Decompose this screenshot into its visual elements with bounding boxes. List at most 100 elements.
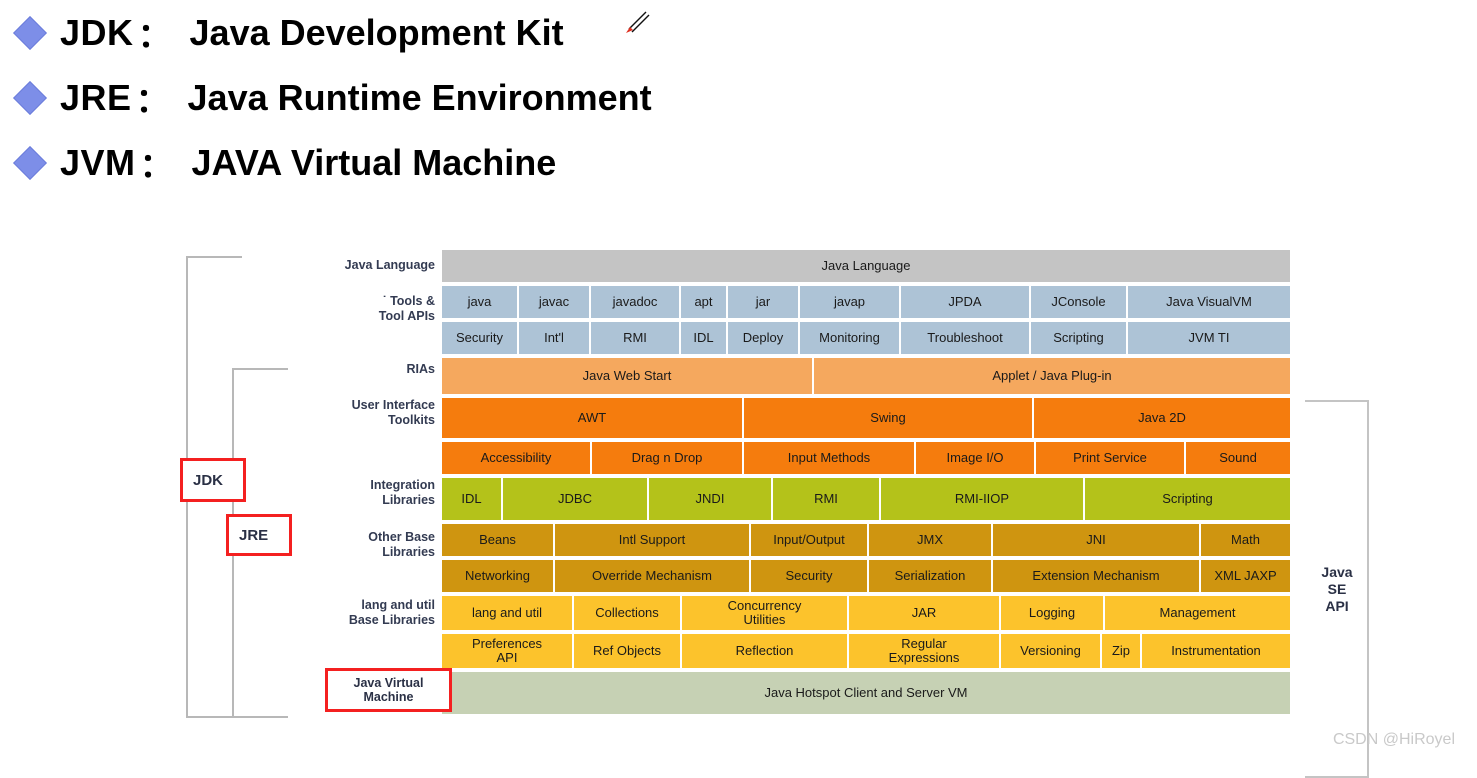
cell-tools-2-3: IDL	[681, 322, 728, 356]
se-api-label: Java SE API	[1321, 563, 1353, 614]
cell-otherbase-1-2: Input/Output	[751, 524, 869, 558]
cell-langutil-1-4: Logging	[1001, 596, 1105, 632]
band-jvm: Java Hotspot Client and Server VM	[442, 672, 1290, 716]
cell-uitoolkits-1-2: Java 2D	[1034, 398, 1290, 440]
row-label-1: ˙ Tools & Tool APIs	[378, 294, 435, 323]
band-tools-1: java javac javadoc apt jar javap JPDA JConsole J…	[442, 286, 1290, 320]
cell-otherbase-1-1: Intl Support	[555, 524, 751, 558]
cell-tools-1-4: jar	[728, 286, 800, 320]
band-tools-2: Security Int'l RMI IDL Deploy Monitoring Troub…	[442, 322, 1290, 356]
cell-langutil-2-1: Ref Objects	[574, 634, 682, 670]
jdk-bracket-top	[186, 256, 242, 258]
band-integration: IDL JDBC JNDI RMI RMI-IIOP Scripting	[442, 478, 1290, 522]
jre-highlight-box: JRE	[226, 514, 292, 556]
cell-uitoolkits-2-0: Accessibility	[442, 442, 592, 476]
cell-uitoolkits-2-5: Sound	[1186, 442, 1290, 476]
cell-integration-2: JNDI	[649, 478, 773, 522]
cell-rias-0: Java Web Start	[442, 358, 814, 396]
cell-otherbase-1-3: JMX	[869, 524, 993, 558]
cell-langutil-2-2: Reflection	[682, 634, 849, 670]
jdk-highlight-box: JDK	[180, 458, 246, 502]
diamond-bullet-icon	[13, 15, 47, 50]
cell-tools-2-7: Scripting	[1031, 322, 1128, 356]
cell-langutil-2-6: Instrumentation	[1142, 634, 1290, 670]
cell-otherbase-1-0: Beans	[442, 524, 555, 558]
cell-tools-1-3: apt	[681, 286, 728, 320]
pen-cursor-icon	[626, 11, 650, 33]
bullet-full-text: Java Development Kit	[189, 11, 564, 53]
java-se-api-bracket: Java SE API	[1305, 400, 1369, 778]
cell-tools-2-6: Troubleshoot	[901, 322, 1031, 356]
cell-langutil-2-3: Regular Expressions	[849, 634, 1001, 670]
bullet-abbr: JDK	[60, 11, 134, 53]
bullet-item-jvm: JVM： JAVA Virtual Machine	[0, 130, 1477, 195]
row-label-0: Java Language	[344, 258, 435, 272]
cell-otherbase-2-4: Extension Mechanism	[993, 560, 1201, 594]
band-otherbase-2: Networking Override Mechanism Security Seri…	[442, 560, 1290, 594]
watermark: CSDN @HiRoyel	[1332, 731, 1455, 748]
cell-langutil-2-5: Zip	[1102, 634, 1142, 670]
cell-uitoolkits-2-2: Input Methods	[744, 442, 916, 476]
cell-integration-4: RMI-IIOP	[881, 478, 1085, 522]
band-langutil-2: Preferences API Ref Objects Reflection Regul…	[442, 634, 1290, 670]
cell-integration-3: RMI	[773, 478, 881, 522]
cell-tools-1-6: JPDA	[901, 286, 1031, 320]
cell-langutil-1-5: Management	[1105, 596, 1290, 632]
cell-uitoolkits-1-1: Swing	[744, 398, 1034, 440]
row-label-5: Other Base Libraries	[368, 530, 435, 559]
cell-uitoolkits-1-0: AWT	[442, 398, 744, 440]
cell-langutil-1-0: lang and util	[442, 596, 574, 632]
bullet-separator: ：	[137, 17, 172, 55]
band-langutil-1: lang and util Collections Concurrency Utili…	[442, 596, 1290, 632]
jre-highlight-label: JRE	[239, 526, 269, 544]
band-otherbase-1: Beans Intl Support Input/Output JMX JNI Math	[442, 524, 1290, 558]
row-label-column: Java Language ˙ Tools & Tool APIs RIAs User …	[290, 250, 435, 720]
row-label-6: lang and util Base Libraries	[348, 598, 435, 627]
cell-tools-2-4: Deploy	[728, 322, 800, 356]
cell-otherbase-1-4: JNI	[993, 524, 1201, 558]
row-label-3: User Interface Toolkits	[351, 398, 435, 427]
cell-uitoolkits-2-1: Drag n Drop	[592, 442, 744, 476]
cell-integration-0: IDL	[442, 478, 503, 522]
cell-tools-2-8: JVM TI	[1128, 322, 1290, 356]
diamond-bullet-icon	[13, 145, 47, 180]
diamond-bullet-icon	[13, 80, 47, 115]
jvm-highlight-label: Java Virtual Machine	[353, 676, 424, 704]
cell-tools-2-5: Monitoring	[800, 322, 901, 356]
cell-otherbase-2-1: Override Mechanism	[555, 560, 751, 594]
bullet-separator: ：	[135, 82, 170, 120]
jvm-highlight-box: Java Virtual Machine	[325, 668, 452, 712]
row-label-2: RIAs	[406, 362, 435, 376]
cell-tools-1-0: java	[442, 286, 519, 320]
row-label-4: Integration Libraries	[370, 478, 435, 507]
bullet-abbr: JRE	[60, 76, 132, 118]
jre-bracket-bottom	[232, 716, 288, 718]
cell-otherbase-2-5: XML JAXP	[1201, 560, 1290, 594]
cell-integration-5: Scripting	[1085, 478, 1290, 522]
cell-tools-1-8: Java VisualVM	[1128, 286, 1290, 320]
cell-otherbase-2-3: Serialization	[869, 560, 993, 594]
platform-table: Java Language java javac javadoc apt jar javap…	[442, 250, 1290, 718]
cell-otherbase-2-0: Networking	[442, 560, 555, 594]
cell-tools-2-1: Int'l	[519, 322, 591, 356]
bullet-full-text: JAVA Virtual Machine	[191, 141, 557, 183]
jdk-highlight-label: JDK	[193, 471, 224, 489]
cell-tools-1-5: javap	[800, 286, 901, 320]
cell-tools-2-0: Security	[442, 322, 519, 356]
cell-langutil-2-0: Preferences API	[442, 634, 574, 670]
jre-bracket-top	[232, 368, 288, 370]
band-uitoolkits-2: Accessibility Drag n Drop Input Methods Ima…	[442, 442, 1290, 476]
band-uitoolkits-1: AWT Swing Java 2D	[442, 398, 1290, 440]
cell-rias-1: Applet / Java Plug-in	[814, 358, 1290, 396]
cell-otherbase-1-5: Math	[1201, 524, 1290, 558]
cell-java-language-0: Java Language	[442, 250, 1290, 284]
bullet-item-jre: JRE： Java Runtime Environment	[0, 65, 1477, 130]
cell-uitoolkits-2-4: Print Service	[1036, 442, 1186, 476]
bullet-separator: ：	[139, 147, 174, 185]
cell-langutil-2-4: Versioning	[1001, 634, 1102, 670]
cell-tools-1-2: javadoc	[591, 286, 681, 320]
java-platform-diagram: JDK JRE Java Language ˙ Tools & Tool APIs R…	[180, 250, 1370, 778]
bullet-abbr: JVM	[60, 141, 136, 183]
band-java-language: Java Language	[442, 250, 1290, 284]
cell-tools-2-2: RMI	[591, 322, 681, 356]
